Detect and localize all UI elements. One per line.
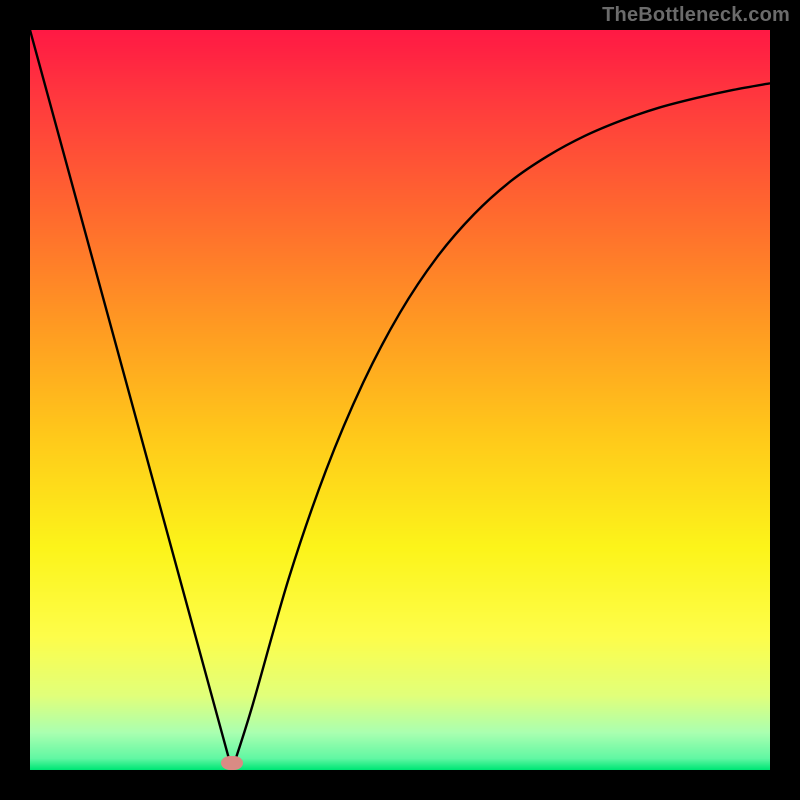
outer-frame: TheBottleneck.com [0, 0, 800, 800]
bottleneck-curve [30, 30, 770, 770]
plot-area [30, 30, 770, 770]
curve-svg [30, 30, 770, 770]
optimum-marker [221, 756, 243, 770]
attribution-text: TheBottleneck.com [602, 4, 790, 27]
